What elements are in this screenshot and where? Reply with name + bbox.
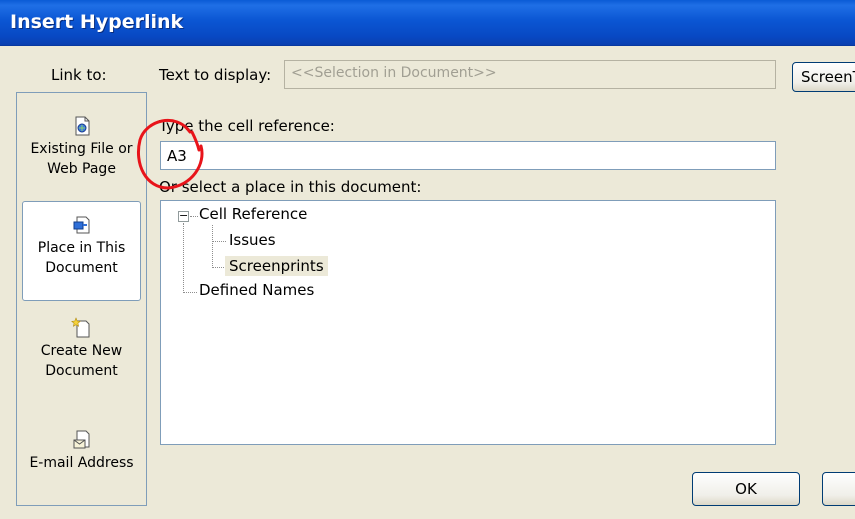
tree-connector [212,267,224,268]
sidebar-item-place-in-document[interactable]: Place in This Document [22,201,141,301]
link-to-sidebar: Existing File or Web Page Place in This … [16,92,147,506]
sidebar-item-label: Place in This [37,240,126,256]
sidebar-item-label: Existing File or [30,141,133,157]
collapse-toggle-icon[interactable]: − [178,210,189,222]
text-to-display-label: Text to display: [159,66,272,84]
tree-connector [183,223,184,291]
place-in-document-icon [73,216,89,234]
tree-connector [212,241,226,242]
new-document-icon [70,317,89,338]
sidebar-item-email-address[interactable]: E-mail Address [17,429,146,473]
sidebar-item-label: Document [45,363,118,379]
tree-connector [183,292,197,293]
text-to-display-field[interactable]: <<Selection in Document>> [284,60,776,89]
email-icon [73,430,89,449]
select-place-label: Or select a place in this document: [159,178,422,196]
title-bar[interactable]: Insert Hyperlink [0,0,855,46]
sidebar-item-create-new-document[interactable]: Create New Document [17,317,146,381]
sidebar-item-label: Web Page [47,161,116,177]
sidebar-item-label: Create New [40,343,123,359]
tree-connector [212,225,213,268]
document-place-tree[interactable]: − Cell Reference Issues Screenprints Def… [160,200,776,445]
tree-node-defined-names[interactable]: Defined Names [199,281,314,299]
dialog-title: Insert Hyperlink [10,11,184,33]
tree-node-issues[interactable]: Issues [229,231,276,249]
link-to-label: Link to: [51,66,107,84]
cancel-button[interactable] [822,472,855,506]
tree-node-screenprints[interactable]: Screenprints [225,256,328,276]
ok-button[interactable]: OK [692,472,800,506]
sidebar-item-existing-file[interactable]: Existing File or Web Page [17,115,146,179]
sidebar-item-label: E-mail Address [29,455,134,471]
cell-reference-input[interactable]: A3 [160,141,776,170]
tree-node-cell-reference[interactable]: Cell Reference [199,205,307,223]
cell-reference-label: Type the cell reference: [159,117,335,135]
existing-file-icon [75,116,89,136]
tree-connector [190,216,198,217]
screentip-button[interactable]: ScreenTip... [792,62,855,92]
insert-hyperlink-dialog: Insert Hyperlink Link to: Existing File … [0,0,855,519]
sidebar-item-label: Document [45,260,118,276]
